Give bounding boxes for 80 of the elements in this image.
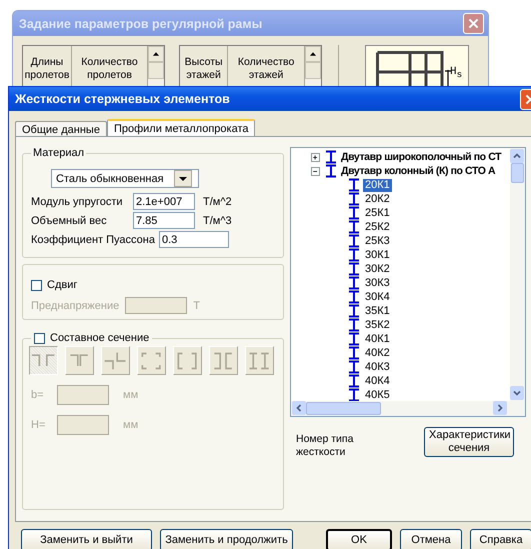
tab[interactable]: Общие данные [15,121,107,136]
tree-item[interactable]: 40К5 [363,388,392,402]
tree-item[interactable]: 30К1 [363,248,392,262]
tree-item[interactable]: 40К4 [363,374,392,388]
ibeam-icon [348,192,360,206]
field-label: H= [31,419,46,431]
dialog-button[interactable]: Отмена [400,529,462,549]
dialog-button[interactable]: OK [326,529,392,549]
tree-item[interactable]: 40К1 [363,332,392,346]
ibeam-icon [348,360,360,374]
ibeam-icon [348,262,360,276]
stiffness-label: Номер типа жесткости [296,433,354,460]
ibeam-icon [325,164,337,178]
tree-item[interactable]: 35К2 [363,318,392,332]
ibeam-icon [348,332,360,346]
checkbox[interactable] [31,280,42,290]
tree-item[interactable]: 25К1 [363,206,392,220]
unit-label: Т [193,300,200,312]
ibeam-icon [348,346,360,360]
expand-icon[interactable] [311,152,320,162]
ibeam-icon [348,304,360,318]
tree-item[interactable]: 20К2 [363,192,392,206]
profile-tree[interactable]: Двутавр широкополочный по СТ Двутавр колонный (К) по СТО А 20К1 20К2 25К1 25К2 25К3 30К1 30К2 30К3 30К4 35К1 35К2 40К1 40К2 40К3 40К4 40К5 [290,147,526,417]
tree-item[interactable]: 25К2 [363,220,392,234]
tree-item[interactable]: Двутавр широкополочный по СТ [341,151,502,163]
dialog-button[interactable]: Справка [470,529,531,549]
input-field[interactable]: 2.1e+007 [133,193,195,210]
scroll-thumb[interactable] [511,163,524,183]
scroll-left-icon[interactable] [292,401,306,415]
close-icon[interactable] [463,13,484,34]
field-label: Объемный вес [31,214,108,226]
unit-label: мм [123,389,138,401]
field-label: b= [31,389,45,401]
scroll-right-icon[interactable] [493,401,507,415]
scroll-thumb[interactable] [306,402,381,415]
unit-label: мм [123,419,138,431]
scroll-thumb[interactable] [305,62,321,79]
checkbox-label: Сдвиг [47,279,78,291]
scroll-down-icon[interactable] [510,386,524,400]
tree-item[interactable]: 40К3 [363,360,392,374]
group-label: Материал [32,147,85,159]
tab[interactable]: Профили металлопроката [106,119,256,136]
input-field[interactable]: 0.3 [158,231,229,248]
tree-item[interactable]: Двутавр колонный (К) по СТО А [341,165,496,177]
ibeam-icon [348,374,360,388]
tree-item[interactable]: 40К2 [363,346,392,360]
ibeam-icon [348,206,360,220]
tree-item[interactable]: 30К2 [363,262,392,276]
input-field[interactable]: 7.85 [133,212,195,229]
field-label: Коэффициент Пуассона [31,234,155,246]
ibeam-icon [348,290,360,304]
material-dropdown[interactable]: Сталь обыкновенная [51,169,199,188]
checkbox-label: Составное сечение [50,332,150,344]
height-label: H$_{s}$ [450,66,462,80]
window-title: Задание параметров регулярной рамы [19,16,264,30]
ibeam-icon [348,388,360,402]
tree-item[interactable]: 30К4 [363,290,392,304]
tree-item[interactable]: 35К1 [363,304,392,318]
field-label: Преднапряжение [31,300,120,312]
unit-label: Т/м^3 [203,214,232,226]
dialog-button[interactable]: Заменить и выйти [21,529,152,549]
ibeam-icon [348,220,360,234]
unit-label: Т/м^2 [203,196,232,208]
ibeam-icon [348,234,360,248]
field-label: Модуль упругости [31,196,124,208]
dialog-button[interactable]: Заменить и продолжить [160,529,293,549]
ibeam-icon [348,318,360,332]
scroll-up-icon[interactable] [148,46,164,62]
collapse-icon[interactable] [311,166,320,176]
scroll-up-icon[interactable] [305,46,321,62]
scroll-thumb[interactable] [148,62,164,79]
tree-item[interactable]: 20К1 [363,178,392,192]
tree-item[interactable]: 30К3 [363,276,392,290]
ibeam-icon [325,150,337,164]
ibeam-icon [348,178,360,192]
ibeam-icon [348,276,360,290]
ibeam-icon [348,248,360,262]
tree-item[interactable]: 25К3 [363,234,392,248]
section-icon [103,350,128,370]
characteristics-button[interactable]: Характеристики сечения [424,427,514,457]
